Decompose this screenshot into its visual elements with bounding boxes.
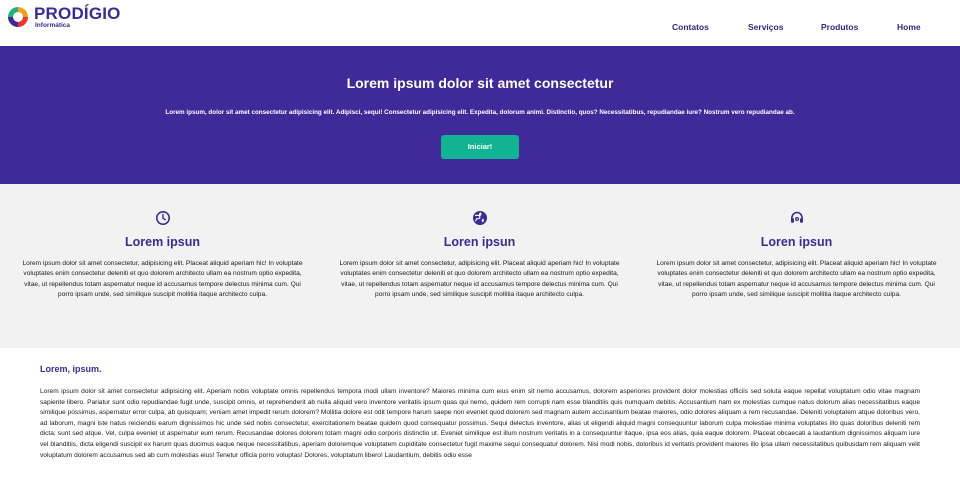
hero-banner: Lorem ipsum dolor sit amet consectetur L… bbox=[0, 46, 960, 184]
headset-icon bbox=[790, 211, 803, 223]
logo-name: PRODÍGIO bbox=[34, 4, 121, 23]
article-section: Lorem, ipsum. Lorem ipsum dolor sit amet… bbox=[40, 348, 920, 461]
logo-mark-icon bbox=[8, 7, 28, 28]
feature-card: Lorem ipsun Lorem ipsum dolor sit amet c… bbox=[20, 210, 305, 300]
logo[interactable]: PRODÍGIO Informática bbox=[6, 5, 121, 30]
nav-produtos[interactable]: Produtos bbox=[821, 22, 858, 32]
nav-contatos[interactable]: Contatos bbox=[672, 22, 709, 32]
site-header: PRODÍGIO Informática Contatos Serviços P… bbox=[0, 0, 960, 46]
feature-title: Loren ipsun bbox=[443, 235, 516, 249]
feature-title: Lorem ipsun bbox=[124, 235, 200, 249]
feature-title: Loren ipsun bbox=[760, 235, 833, 249]
feature-card: Loren ipsun Lorem ipsum dolor sit amet c… bbox=[654, 210, 939, 300]
globe-icon bbox=[472, 211, 487, 225]
feature-card: Loren ipsun Lorem ipsum dolor sit amet c… bbox=[337, 210, 622, 300]
article-title: Lorem, ipsum. bbox=[40, 364, 102, 374]
feature-text: Lorem ipsum dolor sit amet consectetur, … bbox=[22, 260, 303, 298]
article-body: Lorem ipsum dolor sit amet consectetur a… bbox=[40, 388, 920, 459]
hero-title: Lorem ipsum dolor sit amet consectetur bbox=[346, 75, 614, 91]
nav-home[interactable]: Home bbox=[897, 22, 921, 32]
start-button[interactable]: Iniciar! bbox=[441, 135, 519, 159]
features-section: Lorem ipsun Lorem ipsum dolor sit amet c… bbox=[0, 184, 960, 348]
clock-icon bbox=[155, 211, 170, 225]
feature-text: Lorem ipsum dolor sit amet consectetur, … bbox=[339, 260, 620, 298]
feature-text: Lorem ipsum dolor sit amet consectetur, … bbox=[656, 260, 937, 298]
hero-subtitle: Lorem ipsum, dolor sit amet consectetur … bbox=[165, 109, 795, 116]
nav-servicos[interactable]: Serviços bbox=[748, 22, 783, 32]
logo-subtitle: Informática bbox=[35, 22, 71, 29]
